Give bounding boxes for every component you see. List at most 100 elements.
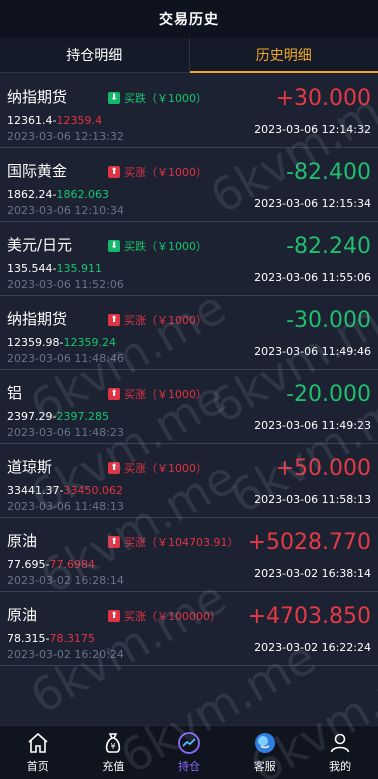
instrument-name: 原油 <box>7 532 38 550</box>
close-time: 2023-03-06 11:55:06 <box>254 271 371 284</box>
open-price: 78.315 <box>7 632 46 645</box>
price-range: 12359.98-12359.24 <box>7 336 116 349</box>
open-price: 2397.29 <box>7 410 53 423</box>
money-bag-icon: ¥ <box>106 733 121 753</box>
arrow-up-icon: ⬆ <box>108 166 120 178</box>
price-range: 2397.29-2397.285 <box>7 410 109 423</box>
direction-text: 买涨（￥104703.91） <box>124 536 239 549</box>
close-price: 78.3175 <box>49 632 95 645</box>
history-row[interactable]: 美元/日元 ⬇ 买跌（￥1000） 135.544-135.911 2023-0… <box>0 222 378 296</box>
close-time: 2023-03-06 11:49:23 <box>254 419 371 432</box>
open-price: 12359.98 <box>7 336 60 349</box>
direction-text: 买涨（￥1000） <box>124 388 207 401</box>
price-range: 77.695-77.6984 <box>7 558 95 571</box>
nav-home[interactable]: 首页 <box>0 726 76 779</box>
nav-profile-label: 我的 <box>329 760 352 773</box>
close-price: 1862.063 <box>56 188 109 201</box>
bottom-nav: 首页 ¥ 充值 持仓 客服 我的 <box>0 725 378 779</box>
direction-tag: ⬆ 买涨（￥104703.91） <box>108 534 239 550</box>
direction-tag: ⬇ 买跌（￥1000） <box>108 238 207 254</box>
chart-icon <box>178 732 200 754</box>
tab-bar: 持仓明细 历史明细 <box>0 38 378 73</box>
close-time: 2023-03-06 11:58:13 <box>254 493 371 506</box>
open-time: 2023-03-06 12:10:34 <box>7 204 124 217</box>
profit-loss: +30.000 <box>275 86 371 111</box>
open-time: 2023-03-06 11:48:23 <box>7 426 124 439</box>
open-time: 2023-03-06 11:48:46 <box>7 352 124 365</box>
user-icon <box>330 733 350 753</box>
nav-positions[interactable]: 持仓 <box>151 726 227 779</box>
page-title: 交易历史 <box>159 12 219 28</box>
price-range: 135.544-135.911 <box>7 262 102 275</box>
history-row[interactable]: 纳指期货 ⬆ 买涨（￥1000） 12359.98-12359.24 2023-… <box>0 296 378 370</box>
close-price: 12359.24 <box>63 336 116 349</box>
instrument-name: 铝 <box>7 384 23 402</box>
open-time: 2023-03-06 11:48:13 <box>7 500 124 513</box>
history-row[interactable]: 原油 ⬆ 买涨（￥100000） 78.315-78.3175 2023-03-… <box>0 592 378 666</box>
nav-support[interactable]: 客服 <box>227 726 303 779</box>
direction-text: 买涨（￥1000） <box>124 166 207 179</box>
close-time: 2023-03-02 16:22:24 <box>254 641 371 654</box>
direction-tag: ⬆ 买涨（￥100000） <box>108 608 221 624</box>
direction-tag: ⬇ 买跌（￥1000） <box>108 90 207 106</box>
close-time: 2023-03-06 11:49:46 <box>254 345 371 358</box>
price-range: 33441.37-33450.062 <box>7 484 123 497</box>
arrow-up-icon: ⬆ <box>108 314 120 326</box>
direction-text: 买涨（￥1000） <box>124 314 207 327</box>
close-price: 12359.4 <box>56 114 102 127</box>
nav-profile[interactable]: 我的 <box>302 726 378 779</box>
profit-loss: +50.000 <box>275 456 371 481</box>
open-price: 1862.24 <box>7 188 53 201</box>
profit-loss: +5028.770 <box>247 530 371 555</box>
instrument-name: 纳指期货 <box>7 88 68 106</box>
arrow-down-icon: ⬇ <box>108 92 120 104</box>
history-list: 纳指期货 ⬇ 买跌（￥1000） 12361.4-12359.4 2023-03… <box>0 74 378 666</box>
open-price: 135.544 <box>7 262 53 275</box>
profit-loss: +4703.850 <box>247 604 371 629</box>
open-price: 12361.4 <box>7 114 53 127</box>
price-range: 1862.24-1862.063 <box>7 188 109 201</box>
close-price: 2397.285 <box>56 410 109 423</box>
tab-positions[interactable]: 持仓明细 <box>0 38 189 72</box>
nav-home-label: 首页 <box>26 760 49 773</box>
close-time: 2023-03-02 16:38:14 <box>254 567 371 580</box>
open-time: 2023-03-02 16:28:14 <box>7 574 124 587</box>
profit-loss: -82.400 <box>286 160 371 185</box>
instrument-name: 纳指期货 <box>7 310 68 328</box>
direction-tag: ⬆ 买涨（￥1000） <box>108 164 207 180</box>
close-time: 2023-03-06 12:15:34 <box>254 197 371 210</box>
arrow-up-icon: ⬆ <box>108 462 120 474</box>
direction-tag: ⬆ 买涨（￥1000） <box>108 312 207 328</box>
home-icon <box>28 732 48 753</box>
nav-recharge-label: 充值 <box>102 760 125 773</box>
close-price: 77.6984 <box>49 558 95 571</box>
instrument-name: 道琼斯 <box>7 458 53 476</box>
open-time: 2023-03-02 16:20:24 <box>7 648 124 661</box>
nav-support-label: 客服 <box>253 760 276 773</box>
arrow-up-icon: ⬆ <box>108 388 120 400</box>
history-row[interactable]: 原油 ⬆ 买涨（￥104703.91） 77.695-77.6984 2023-… <box>0 518 378 592</box>
support-icon <box>254 733 275 753</box>
price-range: 78.315-78.3175 <box>7 632 95 645</box>
history-row[interactable]: 铝 ⬆ 买涨（￥1000） 2397.29-2397.285 2023-03-0… <box>0 370 378 444</box>
direction-tag: ⬆ 买涨（￥1000） <box>108 386 207 402</box>
nav-recharge[interactable]: ¥ 充值 <box>76 726 152 779</box>
instrument-name: 美元/日元 <box>7 236 73 254</box>
instrument-name: 原油 <box>7 606 38 624</box>
direction-text: 买涨（￥1000） <box>124 462 207 475</box>
arrow-down-icon: ⬇ <box>108 240 120 252</box>
history-row[interactable]: 国际黄金 ⬆ 买涨（￥1000） 1862.24-1862.063 2023-0… <box>0 148 378 222</box>
close-time: 2023-03-06 12:14:32 <box>254 123 371 136</box>
history-row[interactable]: 道琼斯 ⬆ 买涨（￥1000） 33441.37-33450.062 2023-… <box>0 444 378 518</box>
direction-tag: ⬆ 买涨（￥1000） <box>108 460 207 476</box>
instrument-name: 国际黄金 <box>7 162 68 180</box>
open-price: 77.695 <box>7 558 46 571</box>
profit-loss: -30.000 <box>286 308 371 333</box>
profit-loss: -82.240 <box>286 234 371 259</box>
svg-text:¥: ¥ <box>111 742 116 751</box>
history-row[interactable]: 纳指期货 ⬇ 买跌（￥1000） 12361.4-12359.4 2023-03… <box>0 74 378 148</box>
tab-history[interactable]: 历史明细 <box>188 38 378 73</box>
open-price: 33441.37 <box>7 484 60 497</box>
close-price: 135.911 <box>56 262 102 275</box>
close-price: 33450.062 <box>63 484 123 497</box>
